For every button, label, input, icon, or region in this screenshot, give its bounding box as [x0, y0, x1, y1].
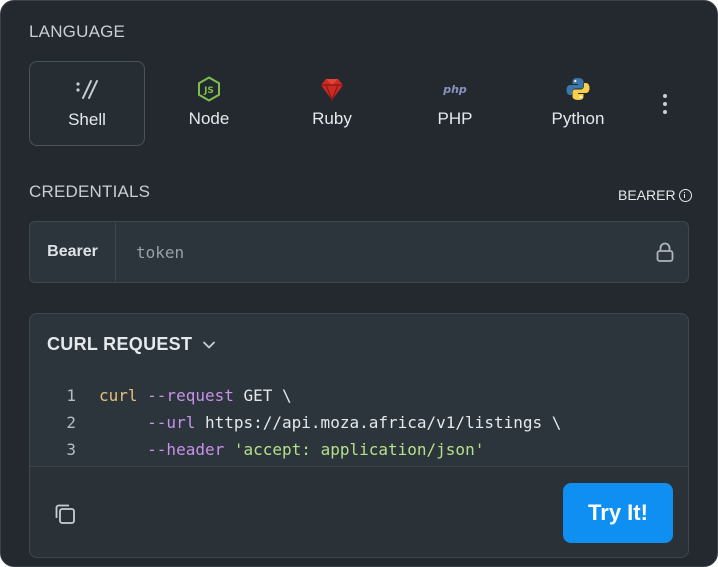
try-it-button[interactable]: Try It!: [563, 483, 673, 543]
info-icon: [678, 188, 692, 202]
line-number: 1: [66, 386, 76, 405]
code-token: curl: [99, 386, 138, 405]
request-title: CURL REQUEST: [47, 334, 193, 354]
code-token: --url: [99, 413, 196, 432]
token-input[interactable]: [116, 222, 636, 282]
language-tab-label: Python: [551, 109, 605, 128]
bearer-token-field: Bearer: [29, 221, 689, 283]
code-token: --request: [137, 386, 234, 405]
code-line: 1 curl --request GET \: [30, 382, 688, 409]
language-tab-php[interactable]: php PHP: [397, 61, 513, 146]
language-tab-label: Ruby: [312, 109, 352, 128]
line-number: 3: [66, 440, 76, 459]
ruby-icon: [318, 75, 346, 103]
code-token: --header: [99, 440, 225, 459]
code-token: https://api.moza.africa/v1/listings \: [195, 413, 562, 432]
language-tab-label: Shell: [68, 110, 106, 129]
more-languages-button[interactable]: [653, 89, 677, 119]
language-tab-python[interactable]: Python: [520, 61, 636, 146]
line-number: 2: [66, 413, 76, 432]
svg-text:JS: JS: [203, 86, 214, 96]
language-tab-ruby[interactable]: Ruby: [274, 61, 390, 146]
language-tab-label: Node: [188, 109, 230, 128]
code-token: 'accept: application/json': [233, 440, 485, 459]
api-request-panel: LANGUAGE Shell JS Node Ruby php PHP Pyth…: [0, 0, 718, 567]
shell-icon: [73, 76, 101, 104]
chevron-down-icon: [203, 341, 216, 348]
python-icon: [564, 75, 592, 103]
php-icon: php: [441, 75, 469, 103]
copy-icon[interactable]: [52, 501, 78, 527]
auth-type-label: BEARER: [618, 187, 676, 203]
code-line: 3 --header 'accept: application/json': [30, 436, 688, 463]
token-prefix-label: Bearer: [30, 222, 116, 282]
more-vertical-icon: [663, 94, 667, 98]
language-tab-node[interactable]: JS Node: [151, 61, 267, 146]
code-sample-card: CURL REQUEST 1 curl --request GET \ 2 --ur…: [29, 313, 689, 558]
code-line: 2 --url https://api.moza.africa/v1/listi…: [30, 409, 688, 436]
code-block: 1 curl --request GET \ 2 --url https://api…: [30, 382, 688, 463]
language-selector: Shell JS Node Ruby php PHP Python: [29, 61, 689, 146]
code-token: GET \: [233, 386, 292, 405]
auth-type-info[interactable]: BEARER: [618, 187, 692, 203]
language-tab-shell[interactable]: Shell: [29, 61, 145, 146]
lock-icon: [656, 242, 674, 262]
svg-text:php: php: [442, 83, 467, 96]
credentials-section-label: CREDENTIALS: [29, 182, 151, 201]
request-type-dropdown[interactable]: CURL REQUEST: [47, 334, 216, 355]
nodejs-icon: JS: [195, 75, 223, 103]
language-tab-label: PHP: [437, 109, 473, 128]
code-footer: Try It!: [30, 466, 688, 557]
language-section-label: LANGUAGE: [29, 22, 126, 41]
